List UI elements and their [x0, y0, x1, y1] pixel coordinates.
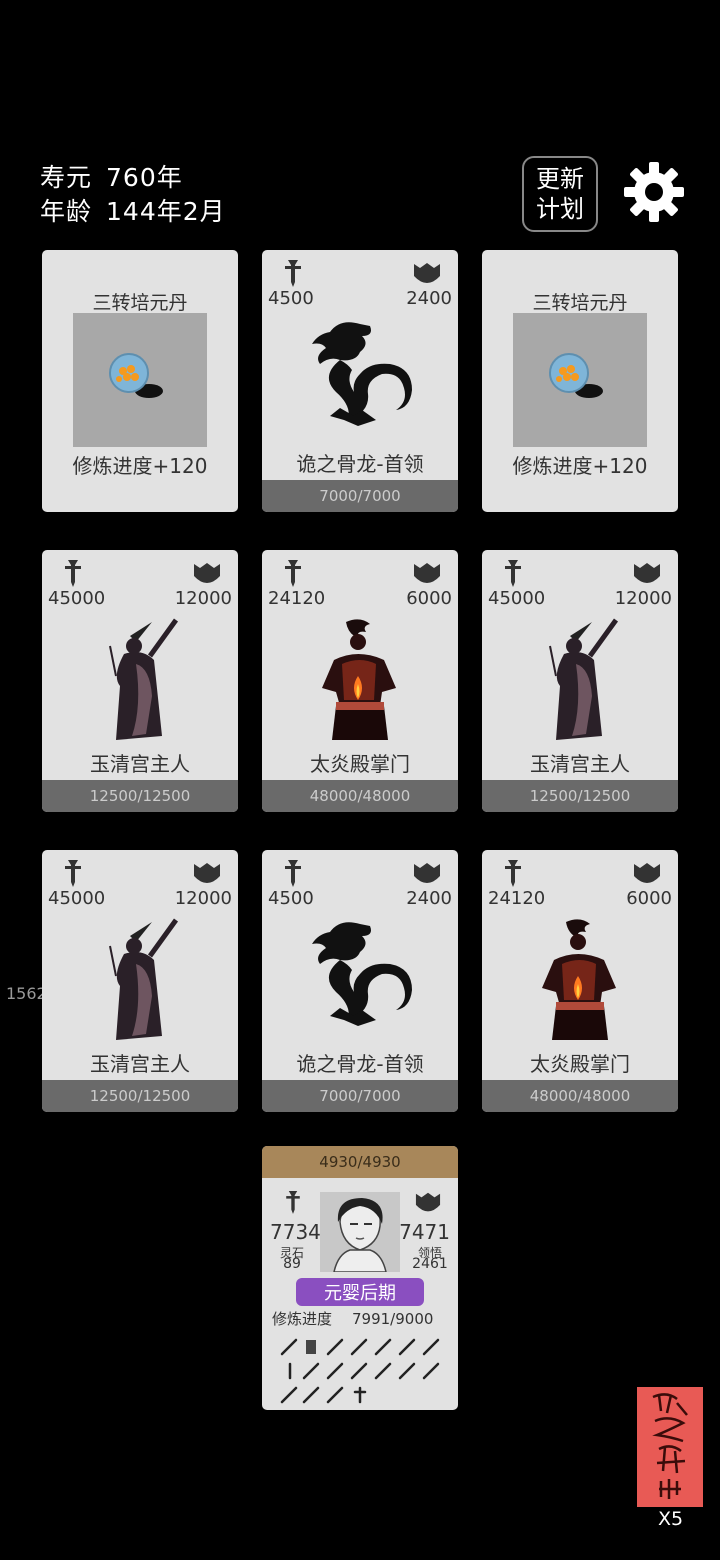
enemy-attack: 24120: [488, 888, 546, 909]
enemy-attack: 45000: [48, 888, 106, 909]
enemy-hp-bar: 48000/48000: [482, 1080, 678, 1112]
shield-icon: [634, 563, 660, 583]
enemy-card[interactable]: 24120 6000 太炎殿掌门 48000/48000: [262, 550, 458, 812]
enemy-card[interactable]: 45000 12000 玉清宫主人 12500/12500: [42, 550, 238, 812]
gear-icon[interactable]: [622, 160, 686, 224]
enemy-defense: 6000: [406, 588, 452, 609]
sword-icon: [65, 860, 81, 887]
age-label: 年龄: [40, 197, 93, 226]
enemy-name: 太炎殿掌门: [310, 752, 410, 776]
dragon-figure: [312, 322, 412, 426]
enemy-defense: 12000: [174, 888, 232, 909]
sage-figure: [109, 618, 179, 740]
enemy-card[interactable]: 45000 12000 玉清宫主人 12500/12500: [482, 550, 678, 812]
enemy-defense: 2400: [406, 288, 452, 309]
enemy-attack: 4500: [268, 288, 314, 309]
enemy-card[interactable]: 24120 6000 太炎殿掌门 48000/48000: [482, 850, 678, 1112]
enemy-defense: 6000: [626, 888, 672, 909]
equipment-icons: [280, 1338, 440, 1404]
sword-icon: [285, 560, 301, 587]
lifespan-label: 寿元: [40, 163, 93, 192]
lifespan-value: 760年: [106, 163, 183, 192]
item-title: 三转培元丹: [92, 292, 188, 314]
sword-icon: [65, 560, 81, 587]
enemy-hp-bar: 48000/48000: [262, 780, 458, 812]
sword-icon: [285, 860, 301, 887]
shield-icon: [194, 563, 220, 583]
lifespan-stat: 寿元 760年: [40, 158, 197, 194]
progress-label: 修炼进度: [272, 1310, 333, 1328]
update-plan-button[interactable]: 更新 计划: [522, 156, 598, 232]
enemy-attack: 4500: [268, 888, 314, 909]
spirit-stone-value: 89: [283, 1256, 301, 1272]
flame-figure: [322, 619, 396, 740]
item-effect: 修炼进度+120: [72, 454, 208, 478]
shield-icon: [414, 263, 440, 283]
avatar: [320, 1192, 400, 1272]
shield-icon: [634, 863, 660, 883]
shield-icon: [194, 863, 220, 883]
enemy-name: 太炎殿掌门: [530, 1052, 630, 1076]
sage-figure: [109, 918, 179, 1040]
enemy-defense: 12000: [174, 588, 232, 609]
enemy-hp-bar: 7000/7000: [262, 1080, 458, 1112]
progress-value: 7991/9000: [352, 1310, 434, 1328]
insight-value: 2461: [412, 1256, 448, 1272]
age-value: 144年2月: [106, 197, 226, 226]
enemy-name: 诡之骨龙-首领: [296, 452, 424, 476]
item-card[interactable]: 三转培元丹修炼进度+120: [482, 250, 678, 512]
enemy-name: 玉清宫主人: [530, 752, 630, 776]
player-hp-bar: 4930/4930: [262, 1146, 458, 1178]
enemy-defense: 12000: [614, 588, 672, 609]
sword-icon: [286, 1191, 300, 1214]
shield-icon: [414, 863, 440, 883]
update-plan-label: 更新 计划: [536, 165, 584, 223]
enemy-attack: 24120: [268, 588, 326, 609]
age-stat: 年龄 144年2月: [40, 192, 240, 228]
item-image-box: [513, 313, 647, 447]
item-title: 三转培元丹: [532, 292, 628, 314]
seal-stamp[interactable]: [637, 1387, 703, 1507]
enemy-hp-bar: 12500/12500: [42, 780, 238, 812]
side-counter: 1562: [6, 984, 47, 1003]
sword-icon: [285, 260, 301, 287]
enemy-attack: 45000: [488, 588, 546, 609]
enemy-name: 诡之骨龙-首领: [296, 1052, 424, 1076]
enemy-card[interactable]: 45000 12000 玉清宫主人 12500/12500: [42, 850, 238, 1112]
item-effect: 修炼进度+120: [512, 454, 648, 478]
item-image-box: [73, 313, 207, 447]
enemy-card[interactable]: 4500 2400 诡之骨龙-首领 7000/7000: [262, 850, 458, 1112]
shield-icon: [414, 563, 440, 583]
dragon-figure: [312, 922, 412, 1026]
pill-icon: [109, 353, 163, 398]
enemy-card[interactable]: 4500 2400 诡之骨龙-首领 7000/7000: [262, 250, 458, 512]
shield-icon: [415, 1192, 441, 1212]
sword-icon: [505, 560, 521, 587]
enemy-defense: 2400: [406, 888, 452, 909]
player-card[interactable]: 4930/4930 7734 7471 灵石 89 领悟 2461 元婴后期 修…: [262, 1146, 458, 1410]
player-defense: 7471: [399, 1220, 450, 1244]
pill-icon: [549, 353, 603, 398]
enemy-name: 玉清宫主人: [90, 1052, 190, 1076]
enemy-attack: 45000: [48, 588, 106, 609]
enemy-hp-bar: 7000/7000: [262, 480, 458, 512]
flame-figure: [542, 919, 616, 1040]
enemy-hp-bar: 12500/12500: [42, 1080, 238, 1112]
realm-badge: 元婴后期: [296, 1278, 424, 1306]
sword-icon: [505, 860, 521, 887]
enemy-name: 玉清宫主人: [90, 752, 190, 776]
item-card[interactable]: 三转培元丹修炼进度+120: [42, 250, 238, 512]
player-attack: 7734: [270, 1220, 321, 1244]
seal-multiplier: X5: [658, 1508, 684, 1530]
sage-figure: [549, 618, 619, 740]
enemy-hp-bar: 12500/12500: [482, 780, 678, 812]
